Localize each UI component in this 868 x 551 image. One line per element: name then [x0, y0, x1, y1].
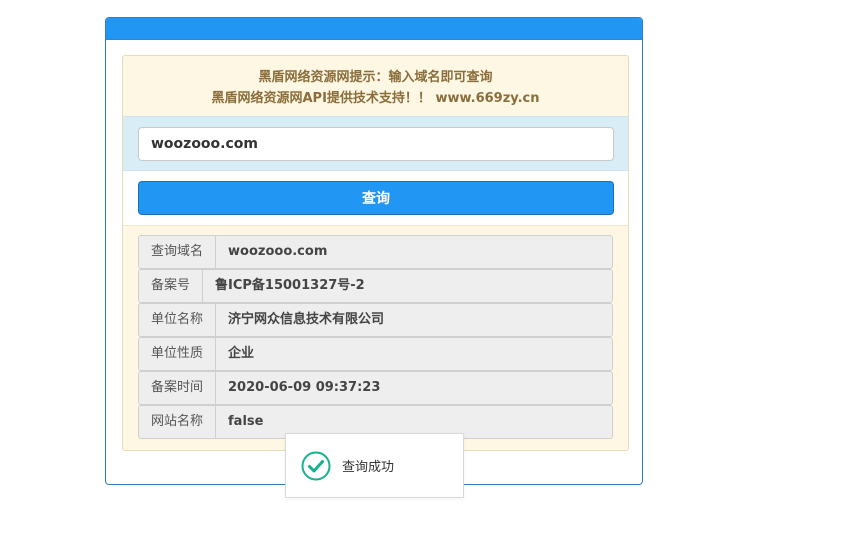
- button-section: 查询: [123, 171, 628, 226]
- success-toast: 查询成功: [285, 433, 464, 498]
- toast-message: 查询成功: [342, 460, 395, 475]
- result-row-icp-number: 备案号 鲁ICP备15001327号-2: [138, 269, 613, 303]
- domain-input[interactable]: [138, 127, 614, 161]
- panel-header: [106, 18, 642, 40]
- result-value: woozooo.com: [216, 236, 612, 268]
- check-circle-icon: [301, 451, 331, 480]
- result-label: 备案时间: [139, 372, 217, 404]
- result-row-organization: 单位名称 济宁网众信息技术有限公司: [138, 303, 613, 337]
- result-label: 备案号: [139, 270, 204, 302]
- query-button[interactable]: 查询: [138, 181, 614, 215]
- result-label: 网站名称: [139, 406, 217, 438]
- notice-line-1: 黑盾网络资源网提示：输入域名即可查询: [258, 70, 493, 85]
- result-row-org-type: 单位性质 企业: [138, 337, 613, 371]
- result-label: 单位名称: [139, 304, 217, 336]
- panel-body: 黑盾网络资源网提示：输入域名即可查询 黑盾网络资源网API提供技术支持！！ ww…: [122, 55, 629, 451]
- query-panel: 黑盾网络资源网提示：输入域名即可查询 黑盾网络资源网API提供技术支持！！ ww…: [105, 17, 643, 485]
- result-value: 企业: [216, 338, 612, 370]
- notice-line-2: 黑盾网络资源网API提供技术支持！！ www.669zy.cn: [211, 91, 540, 106]
- result-value: 济宁网众信息技术有限公司: [216, 304, 612, 336]
- results-list: 查询域名 woozooo.com 备案号 鲁ICP备15001327号-2 单位…: [123, 226, 628, 439]
- result-label: 单位性质: [139, 338, 217, 370]
- result-value: 2020-06-09 09:37:23: [216, 372, 612, 404]
- result-value: 鲁ICP备15001327号-2: [203, 270, 612, 302]
- result-row-filing-time: 备案时间 2020-06-09 09:37:23: [138, 371, 613, 405]
- result-row-domain: 查询域名 woozooo.com: [138, 235, 613, 269]
- search-section: [123, 116, 628, 171]
- result-label: 查询域名: [139, 236, 217, 268]
- notice-box: 黑盾网络资源网提示：输入域名即可查询 黑盾网络资源网API提供技术支持！！ ww…: [123, 56, 628, 116]
